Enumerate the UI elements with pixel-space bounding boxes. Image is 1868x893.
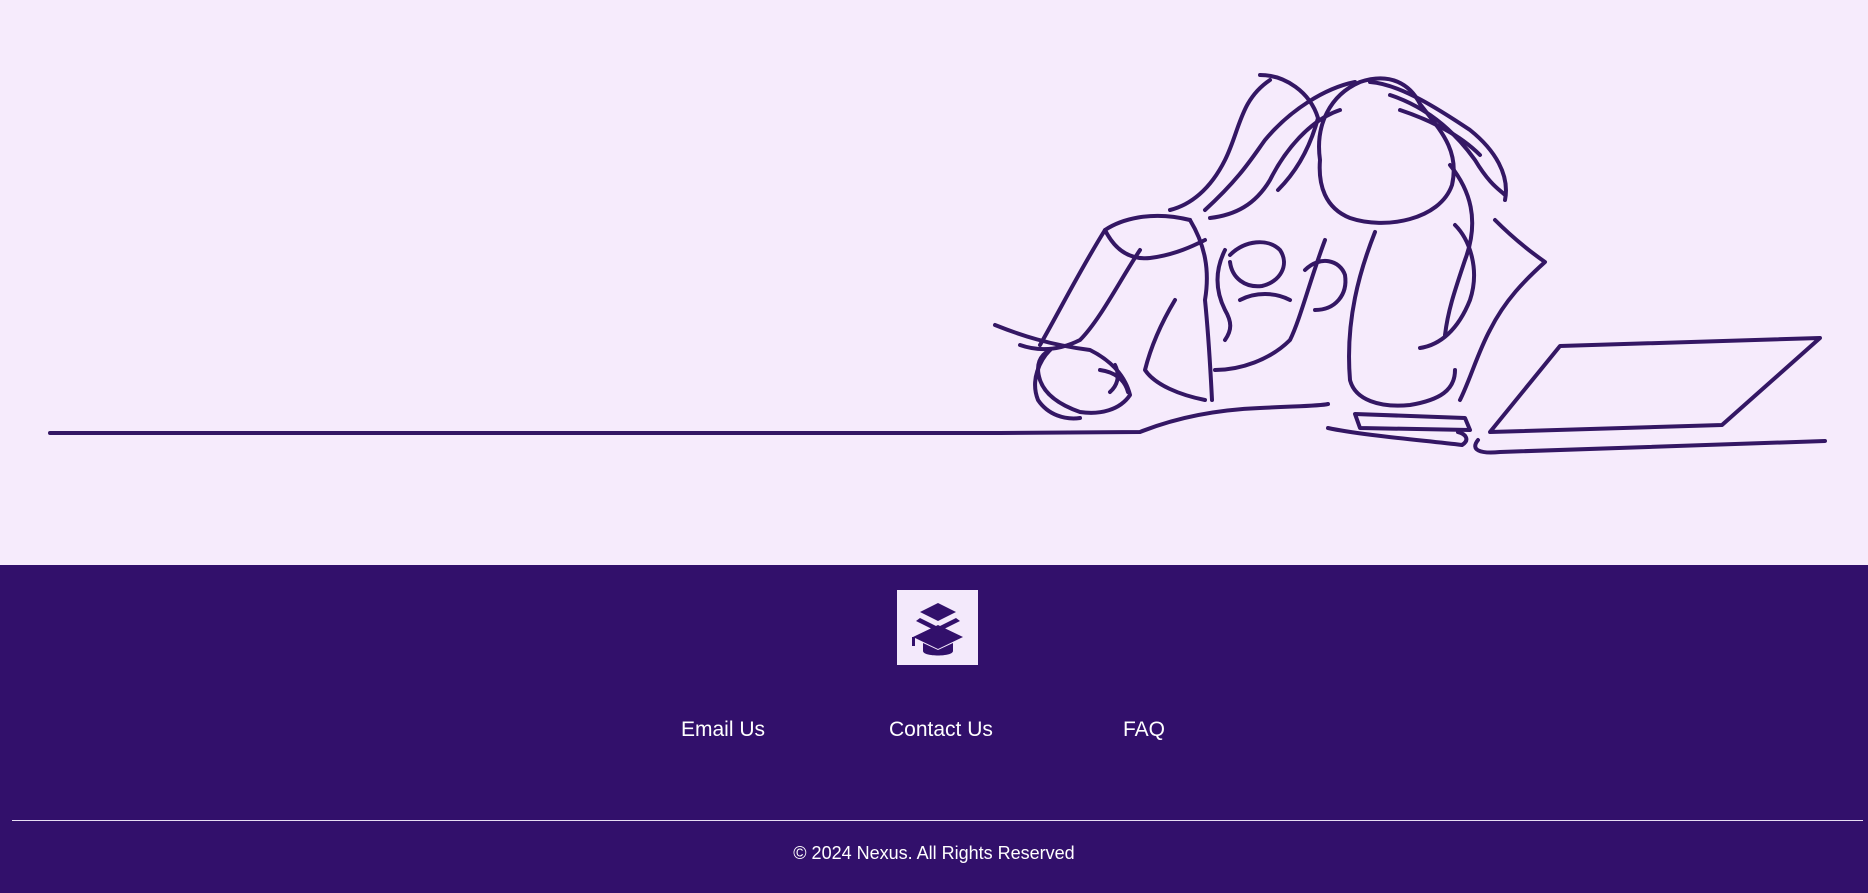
hero-illustration-section <box>0 0 1868 565</box>
footer-nav: Email Us Contact Us FAQ <box>0 715 1868 745</box>
email-us-link[interactable]: Email Us <box>681 715 765 745</box>
site-footer: Email Us Contact Us FAQ © 2024 Nexus. Al… <box>0 565 1868 893</box>
contact-us-link[interactable]: Contact Us <box>889 715 993 745</box>
faq-link[interactable]: FAQ <box>1123 715 1165 745</box>
logo[interactable] <box>897 590 978 665</box>
woman-studying-line-art-icon <box>48 73 1827 455</box>
footer-divider <box>12 820 1863 821</box>
copyright-text: © 2024 Nexus. All Rights Reserved <box>793 843 1075 863</box>
page: Email Us Contact Us FAQ © 2024 Nexus. Al… <box>0 0 1868 893</box>
graduation-cap-book-stack-icon <box>911 602 963 655</box>
